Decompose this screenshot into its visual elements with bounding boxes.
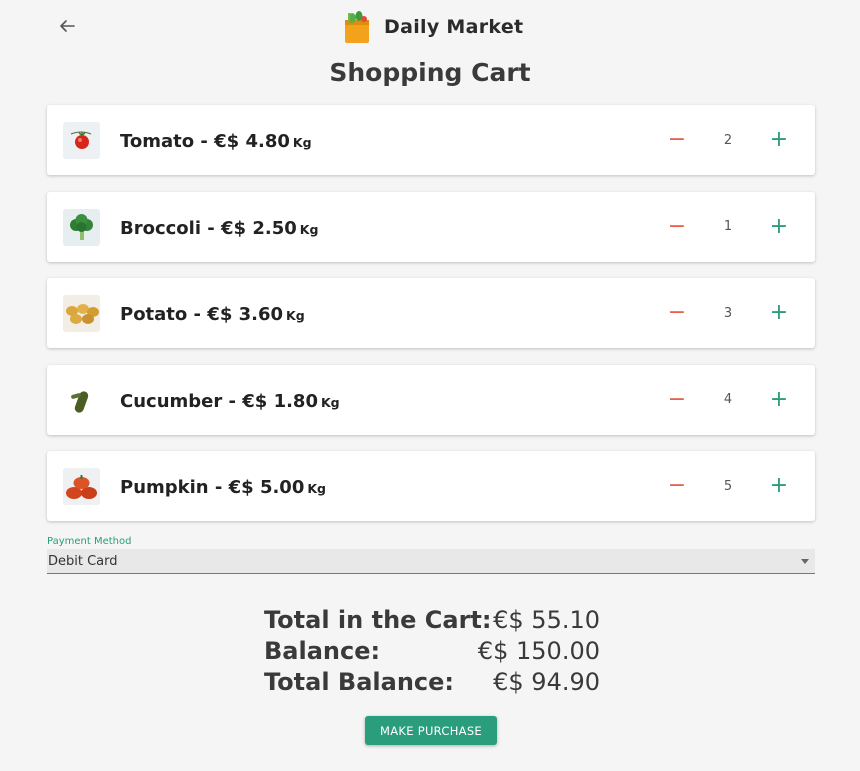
page-title: Shopping Cart [329, 58, 531, 87]
decrease-button[interactable]: − [663, 299, 691, 327]
decrease-button[interactable]: − [663, 472, 691, 500]
quantity-stepper: − 1 + [663, 192, 793, 262]
decrease-button[interactable]: − [663, 386, 691, 414]
cart-total-label: Total in the Cart: [264, 606, 492, 634]
item-price: €$ 2.50 [221, 217, 297, 239]
logo[interactable]: Daily Market [342, 9, 523, 45]
item-unit: Kg [286, 308, 305, 323]
item-unit: Kg [320, 394, 340, 410]
quantity-stepper: − 4 + [663, 365, 793, 435]
cart-total-row: Total in the Cart: €$ 55.10 [264, 606, 600, 637]
balance-value: €$ 150.00 [477, 637, 600, 665]
quantity-value: 5 [723, 478, 733, 494]
item-unit: Kg [299, 221, 319, 237]
item-separator: - [208, 477, 229, 498]
pumpkin-icon [63, 468, 100, 505]
item-name: Cucumber [120, 390, 223, 412]
totals-summary: Total in the Cart: €$ 55.10 Balance: €$ … [264, 606, 600, 699]
item-title: Potato - €$ 3.60 Kg [120, 304, 305, 325]
quantity-value: 2 [723, 132, 733, 148]
quantity-value: 4 [723, 392, 733, 407]
increase-button[interactable]: + [765, 472, 793, 500]
make-purchase-button[interactable]: MAKE PURCHASE [365, 716, 497, 745]
balance-row: Balance: €$ 150.00 [264, 637, 600, 668]
cart-item: Broccoli - €$ 2.50 Kg − 1 + [47, 191, 815, 262]
item-price: €$ 1.80 [242, 390, 318, 412]
back-button[interactable] [55, 14, 79, 38]
broccoli-icon [63, 208, 100, 246]
payment-method-select[interactable]: Debit Card [47, 549, 815, 574]
item-price: €$ 4.80 [214, 131, 290, 152]
item-price: €$ 3.60 [207, 304, 284, 325]
potato-icon [63, 295, 100, 332]
total-balance-value: €$ 94.90 [493, 668, 600, 696]
decrease-button[interactable]: − [663, 213, 691, 241]
item-separator: - [201, 217, 222, 239]
quantity-value: 3 [723, 305, 733, 321]
cart-item: Pumpkin - €$ 5.00 Kg − 5 + [47, 451, 815, 521]
item-title: Pumpkin - €$ 5.00 Kg [120, 477, 326, 498]
cart-item: Tomato - €$ 4.80 Kg − 2 + [47, 105, 815, 175]
quantity-value: 1 [723, 219, 733, 234]
item-price: €$ 5.00 [228, 477, 305, 498]
shopping-bag-icon [342, 10, 372, 44]
item-title: Tomato - €$ 4.80 Kg [120, 131, 312, 152]
item-name: Pumpkin [120, 477, 209, 498]
increase-button[interactable]: + [765, 299, 793, 327]
item-name: Broccoli [120, 217, 202, 239]
item-unit: Kg [307, 481, 326, 496]
balance-label: Balance: [264, 637, 381, 665]
item-separator: - [222, 390, 243, 412]
tomato-icon [63, 122, 100, 159]
item-unit: Kg [292, 135, 312, 150]
cucumber-icon [63, 381, 100, 419]
item-title: Broccoli - €$ 2.50 Kg [120, 218, 318, 239]
payment-method: Payment Method Debit Card [47, 536, 815, 574]
payment-method-value: Debit Card [48, 553, 118, 569]
increase-button[interactable]: + [765, 386, 793, 414]
item-separator: - [187, 304, 208, 325]
cart-list: Tomato - €$ 4.80 Kg − 2 + Broccoli - €$ 2… [47, 105, 815, 538]
increase-button[interactable]: + [765, 126, 793, 154]
logo-text: Daily Market [384, 16, 524, 38]
cart-item: Potato - €$ 3.60 Kg − 3 + [47, 278, 815, 348]
quantity-stepper: − 5 + [663, 451, 793, 521]
cart-item: Cucumber - €$ 1.80 Kg − 4 + [47, 364, 815, 435]
quantity-stepper: − 2 + [663, 105, 793, 175]
item-title: Cucumber - €$ 1.80 Kg [120, 391, 340, 412]
total-balance-label: Total Balance: [264, 668, 455, 696]
item-separator: - [194, 131, 215, 152]
caret-down-icon [801, 558, 809, 564]
arrow-left-icon [60, 20, 75, 32]
payment-method-label: Payment Method [47, 536, 132, 547]
total-balance-row: Total Balance: €$ 94.90 [264, 668, 600, 699]
quantity-stepper: − 3 + [663, 278, 793, 348]
cart-total-value: €$ 55.10 [493, 606, 600, 634]
decrease-button[interactable]: − [663, 126, 691, 154]
item-name: Potato [120, 304, 188, 325]
item-name: Tomato [120, 131, 195, 152]
increase-button[interactable]: + [765, 213, 793, 241]
